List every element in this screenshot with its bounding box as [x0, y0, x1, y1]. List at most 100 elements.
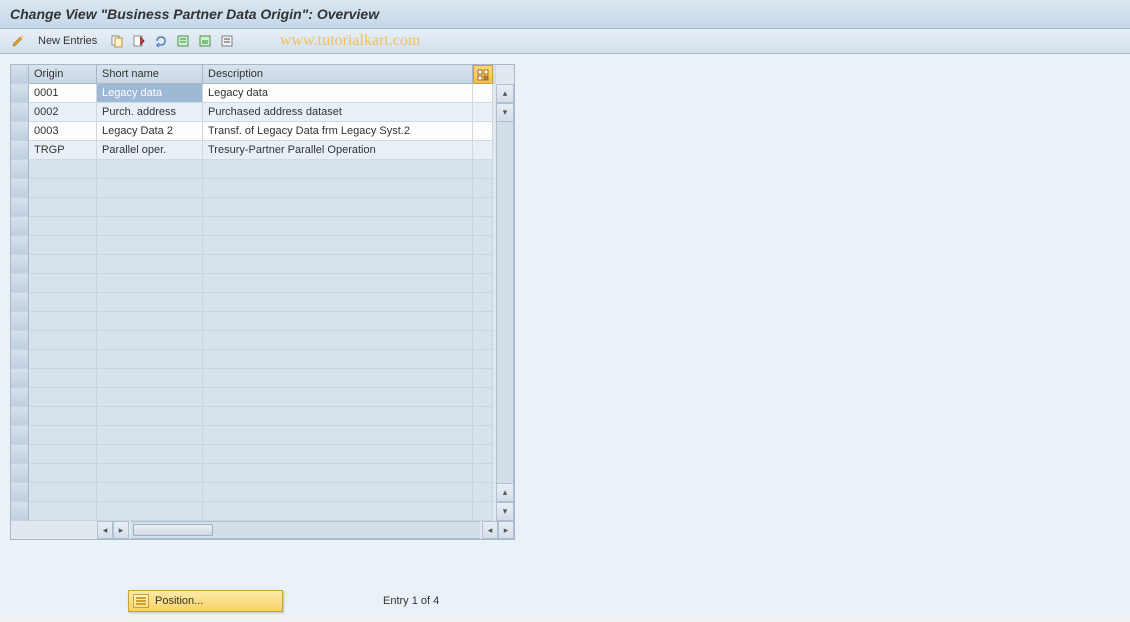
row-selector[interactable] [11, 141, 29, 160]
cell-empty [97, 407, 203, 426]
cell-description[interactable]: Tresury-Partner Parallel Operation [203, 141, 473, 160]
cell-empty [97, 274, 203, 293]
cell-shortname[interactable]: Purch. address [97, 103, 203, 122]
select-all-icon[interactable] [175, 33, 191, 49]
scroll-down-bottom-icon[interactable]: ▾ [496, 502, 514, 521]
cell-empty [97, 445, 203, 464]
row-selector[interactable] [11, 388, 29, 407]
table-row-empty [11, 445, 496, 464]
scroll-up-bottom-icon[interactable]: ▴ [496, 483, 514, 502]
table-row-empty [11, 160, 496, 179]
row-selector[interactable] [11, 84, 29, 103]
row-selector[interactable] [11, 312, 29, 331]
row-selector[interactable] [11, 198, 29, 217]
row-selector[interactable] [11, 369, 29, 388]
table-row: 0001Legacy dataLegacy data [11, 84, 496, 103]
row-selector[interactable] [11, 160, 29, 179]
table-settings-icon[interactable] [473, 65, 493, 84]
cell-empty [29, 274, 97, 293]
row-selector[interactable] [11, 445, 29, 464]
select-block-icon[interactable] [197, 33, 213, 49]
cell-empty [97, 369, 203, 388]
status-bar: Position... Entry 1 of 4 [10, 590, 1120, 612]
hscroll-thumb[interactable] [133, 524, 213, 536]
header-bar: Change View "Business Partner Data Origi… [0, 0, 1130, 29]
row-selector[interactable] [11, 350, 29, 369]
scroll-left-end-icon[interactable]: ◂ [482, 521, 498, 539]
select-all-rows[interactable] [11, 65, 29, 84]
cell-empty [29, 407, 97, 426]
cell-empty [97, 483, 203, 502]
row-selector[interactable] [11, 426, 29, 445]
cell-empty [203, 388, 473, 407]
cell-shortname[interactable]: Legacy data [97, 84, 203, 103]
row-selector[interactable] [11, 122, 29, 141]
row-selector[interactable] [11, 464, 29, 483]
cell-empty [29, 236, 97, 255]
cell-description[interactable]: Legacy data [203, 84, 473, 103]
cell-empty [203, 426, 473, 445]
cell-description[interactable]: Purchased address dataset [203, 103, 473, 122]
row-selector[interactable] [11, 255, 29, 274]
scroll-down-icon[interactable]: ▾ [496, 103, 514, 122]
cell-empty [29, 198, 97, 217]
position-button[interactable]: Position... [128, 590, 283, 612]
cell-empty [473, 483, 493, 502]
table-row: 0003Legacy Data 2Transf. of Legacy Data … [11, 122, 496, 141]
cell-empty [97, 293, 203, 312]
delete-icon[interactable] [131, 33, 147, 49]
row-selector[interactable] [11, 103, 29, 122]
column-header-origin[interactable]: Origin [29, 65, 97, 84]
cell-empty [97, 426, 203, 445]
table-row-empty [11, 350, 496, 369]
table-row-empty [11, 255, 496, 274]
toggle-change-icon[interactable] [10, 33, 26, 49]
cell-empty [97, 502, 203, 521]
table-row-empty [11, 483, 496, 502]
table-row-empty [11, 198, 496, 217]
cell-origin[interactable]: 0003 [29, 122, 97, 141]
cell-origin[interactable]: TRGP [29, 141, 97, 160]
vscroll-track[interactable] [496, 122, 514, 483]
cell-origin[interactable]: 0001 [29, 84, 97, 103]
row-selector[interactable] [11, 331, 29, 350]
table-row: 0002Purch. addressPurchased address data… [11, 103, 496, 122]
watermark-text: www.tutorialkart.com [280, 32, 420, 50]
cell-shortname[interactable]: Parallel oper. [97, 141, 203, 160]
cell-empty [473, 445, 493, 464]
row-selector[interactable] [11, 483, 29, 502]
table-row-empty [11, 312, 496, 331]
row-selector[interactable] [11, 407, 29, 426]
cell-empty [29, 179, 97, 198]
deselect-all-icon[interactable] [219, 33, 235, 49]
cell-description[interactable]: Transf. of Legacy Data frm Legacy Syst.2 [203, 122, 473, 141]
cell-empty [203, 445, 473, 464]
scroll-right-start-icon[interactable]: ▸ [113, 521, 129, 539]
row-selector[interactable] [11, 236, 29, 255]
hscroll-track[interactable] [131, 521, 480, 539]
row-selector[interactable] [11, 502, 29, 521]
cell-extra [473, 141, 493, 160]
cell-empty [29, 464, 97, 483]
copy-icon[interactable] [109, 33, 125, 49]
scroll-up-icon[interactable]: ▴ [496, 84, 514, 103]
cell-empty [203, 255, 473, 274]
row-selector[interactable] [11, 274, 29, 293]
row-selector[interactable] [11, 179, 29, 198]
cell-empty [473, 255, 493, 274]
column-header-description[interactable]: Description [203, 65, 473, 84]
row-selector[interactable] [11, 217, 29, 236]
undo-icon[interactable] [153, 33, 169, 49]
scroll-right-end-icon[interactable]: ▸ [498, 521, 514, 539]
row-selector[interactable] [11, 293, 29, 312]
cell-empty [97, 312, 203, 331]
cell-empty [473, 312, 493, 331]
column-header-shortname[interactable]: Short name [97, 65, 203, 84]
new-entries-button[interactable]: New Entries [32, 33, 103, 49]
cell-origin[interactable]: 0002 [29, 103, 97, 122]
table-row-empty [11, 217, 496, 236]
cell-empty [29, 217, 97, 236]
scroll-left-start-icon[interactable]: ◂ [97, 521, 113, 539]
cell-shortname[interactable]: Legacy Data 2 [97, 122, 203, 141]
toolbar: New Entries www.tutorialkart.com [0, 29, 1130, 54]
